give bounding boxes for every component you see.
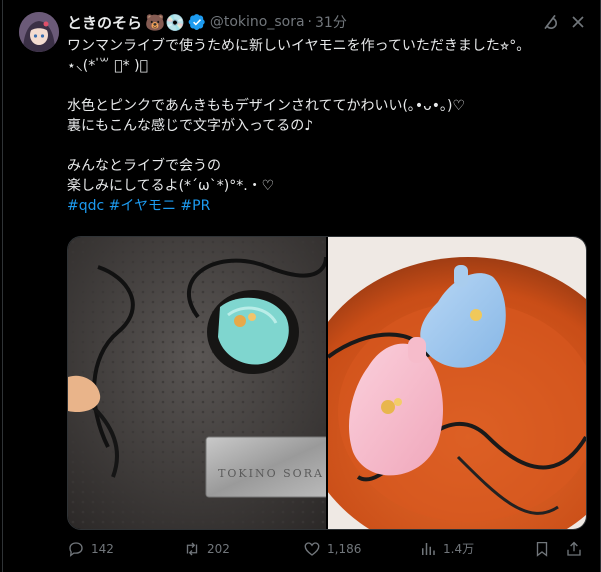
views-count: 1.4万 [443, 542, 475, 556]
views-chart-icon [422, 543, 435, 555]
share-icon [567, 541, 581, 556]
timestamp[interactable]: 31分 [315, 12, 347, 32]
tweet-line [67, 136, 587, 156]
bookmark-icon [536, 541, 548, 557]
tweet-text: ワンマンライブで使うために新しいイヤモニを作っていただきました⭐︎°。 ⋆⸜(*… [67, 36, 587, 216]
author-emoji-badges: 🐻💿 [145, 12, 185, 32]
media-grid: TOKINO SORA [67, 236, 587, 530]
tweet-line: みんなとライブで会うの [67, 158, 221, 174]
separator-dot: · [307, 14, 312, 30]
reply-button[interactable]: 142 [67, 537, 114, 561]
share-button[interactable] [565, 537, 589, 561]
heart-icon [304, 542, 320, 556]
views-button[interactable]: 1.4万 [419, 537, 474, 561]
repost-button[interactable]: 202 [183, 537, 230, 561]
tweet-actions: 142 202 1,186 1.4万 [67, 537, 587, 561]
more-options-icon[interactable] [568, 12, 588, 32]
tweet-container: ときのそら 🐻💿 @tokino_sora · 31分 ワンマンライブで使うため… [2, 0, 601, 572]
repost-count: 202 [207, 542, 230, 556]
tweet-header: ときのそら 🐻💿 @tokino_sora · 31分 [67, 12, 347, 32]
author-name[interactable]: ときのそら [67, 12, 142, 33]
author-handle[interactable]: @tokino_sora [210, 14, 305, 30]
like-count: 1,186 [327, 542, 362, 556]
repost-icon [186, 542, 198, 556]
photo-earmonitors-orange-case[interactable] [328, 237, 586, 529]
bookmark-button[interactable] [533, 537, 557, 561]
tweet-line: ワンマンライブで使うために新しいイヤモニを作っていただきました⭐︎°。 [67, 38, 531, 54]
reply-count: 142 [91, 542, 114, 556]
tweet-line: 裏にもこんな感じで文字が入ってるの♪ [67, 118, 314, 134]
reply-icon [69, 542, 83, 557]
avatar[interactable] [19, 12, 59, 52]
hashtags[interactable]: #qdc #イヤモニ #PR [67, 196, 587, 216]
grok-icon[interactable] [540, 12, 560, 32]
name-plate-text: TOKINO SORA [218, 467, 324, 480]
tweet-line: 水色とピンクであんきももデザインされててかわいい(｡•ᴗ•｡)♡ [67, 98, 465, 114]
tweet-line: ⋆⸜(* ॑꒳ ॑* )⸝ [67, 58, 148, 74]
like-button[interactable]: 1,186 [303, 537, 361, 561]
photo-earmonitor-case[interactable]: TOKINO SORA [68, 237, 326, 529]
tweet-line: 楽しみにしてるよ(*´ω`*)°*.・♡ [67, 178, 275, 194]
verified-badge-icon[interactable] [188, 13, 206, 31]
tweet-line [67, 76, 587, 96]
